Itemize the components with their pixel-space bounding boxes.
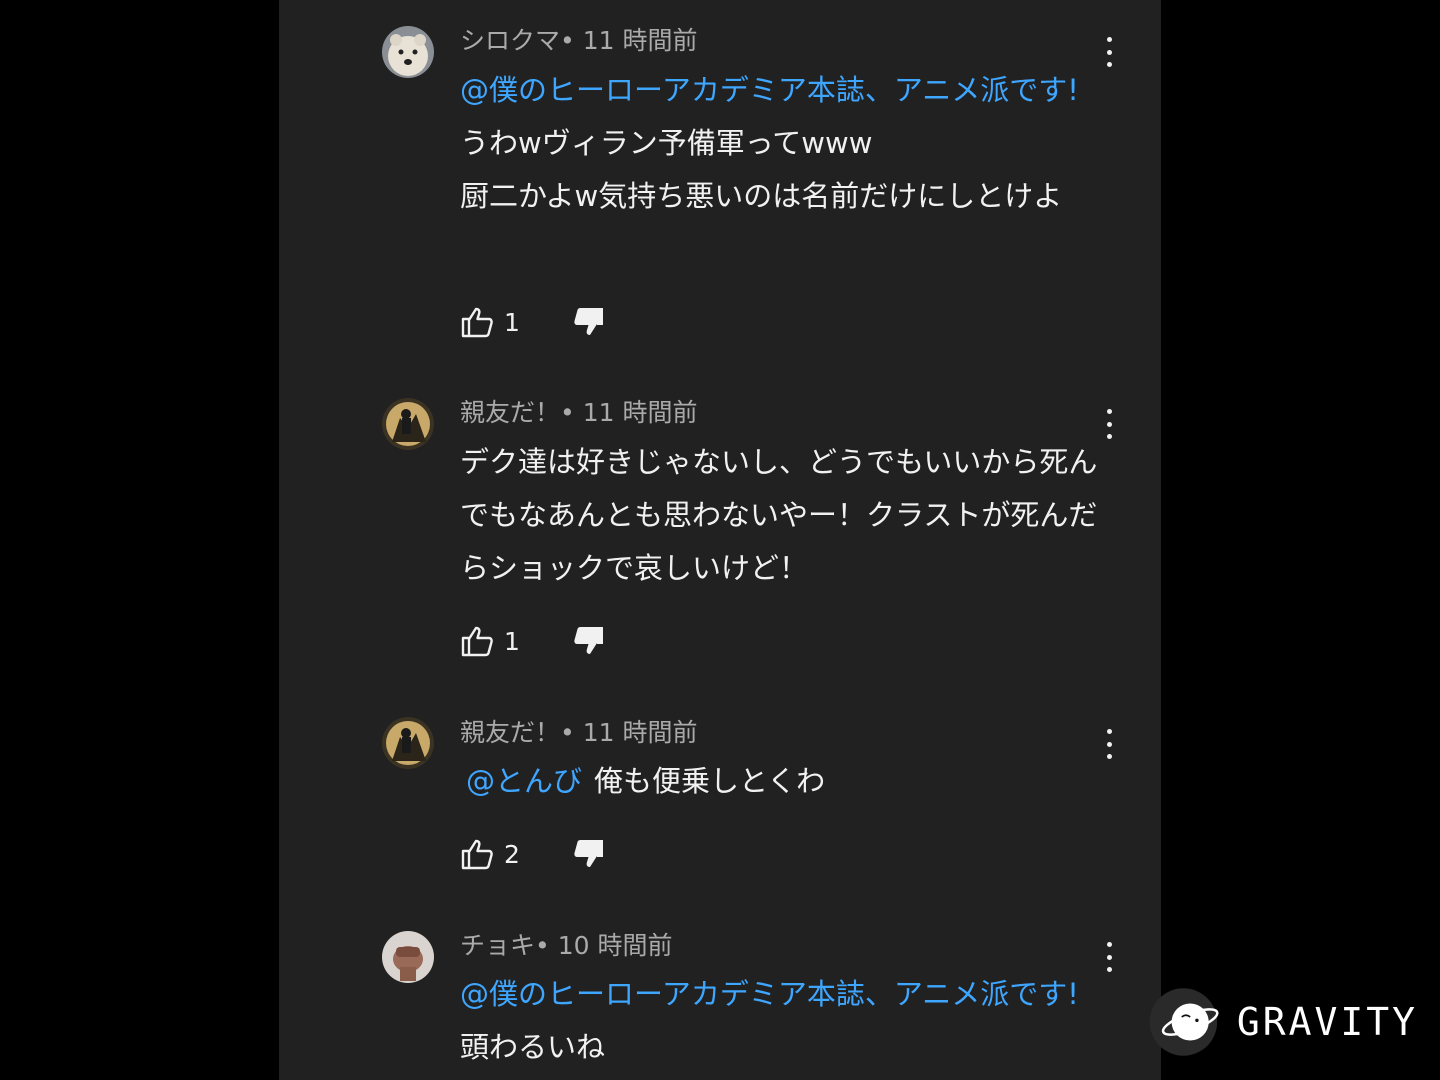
comment-actions: 1 (460, 624, 606, 658)
comment-line: 厨二かよw気持ち悪いのは名前だけにしとけよ (460, 179, 1063, 213)
like-count: 1 (504, 626, 520, 656)
comment-time: • 10 時間前 (535, 931, 673, 960)
fist-avatar[interactable] (382, 931, 434, 983)
comment-time: • 11 時間前 (560, 718, 698, 747)
comment-header: チョキ• 10 時間前 (460, 931, 672, 961)
thumbs-down-icon[interactable] (572, 838, 606, 870)
comment-author[interactable]: シロクマ (460, 26, 560, 55)
comment-text: @僕のヒーローアカデミア本誌、アニメ派です! うわwヴィラン予備軍ってwww 厨… (460, 64, 1100, 223)
more-options-icon[interactable] (1099, 409, 1119, 439)
comment-thread-panel: シロクマ• 11 時間前 @僕のヒーローアカデミア本誌、アニメ派です! うわwヴ… (279, 0, 1161, 1080)
thumbs-up-icon[interactable] (460, 838, 494, 870)
comment-time: • 11 時間前 (560, 26, 698, 55)
comment-body: 俺も便乗しとくわ (594, 764, 826, 798)
comment-header: 親友だ！• 11 時間前 (460, 398, 697, 428)
comment-actions: 2 (460, 837, 606, 871)
anime-character-avatar[interactable] (382, 398, 434, 450)
thumbs-up-icon[interactable] (460, 625, 494, 657)
mention-link[interactable]: @僕のヒーローアカデミア本誌、アニメ派です! (460, 977, 1079, 1011)
comment-header: 親友だ！• 11 時間前 (460, 718, 697, 748)
comment-author[interactable]: 親友だ！ (460, 718, 560, 747)
comment-time: • 11 時間前 (560, 398, 698, 427)
comment-header: シロクマ• 11 時間前 (460, 26, 697, 56)
mention-link[interactable]: @とんび (466, 764, 582, 798)
thumbs-down-icon[interactable] (572, 625, 606, 657)
mention-link[interactable]: @僕のヒーローアカデミア本誌、アニメ派です! (460, 73, 1079, 107)
like-count: 1 (504, 307, 520, 337)
comment-author[interactable]: 親友だ！ (460, 398, 560, 427)
like-count: 2 (504, 839, 520, 869)
comment-text: @とんび 俺も便乗しとくわ (460, 755, 1100, 808)
thumbs-down-icon[interactable] (572, 306, 606, 338)
anime-character-avatar[interactable] (382, 717, 434, 769)
planet-logo-icon (1149, 988, 1219, 1056)
more-options-icon[interactable] (1099, 37, 1119, 67)
more-options-icon[interactable] (1099, 942, 1119, 972)
thumbs-up-icon[interactable] (460, 306, 494, 338)
comment-body: 頭わるいね (460, 1030, 606, 1064)
comment-text: デク達は好きじゃないし、どうでもいいから死んでもなあんとも思わないやー！クラスト… (460, 445, 1098, 585)
gravity-watermark: GRAVITY (1148, 980, 1418, 1064)
comment-text: @僕のヒーローアカデミア本誌、アニメ派です! 頭わるいね (460, 968, 1100, 1074)
watermark-text: GRAVITY (1236, 1000, 1418, 1044)
more-options-icon[interactable] (1099, 729, 1119, 759)
comment-actions: 1 (460, 305, 606, 339)
polar-bear-avatar[interactable] (382, 26, 434, 78)
comment-line: うわwヴィラン予備軍ってwww (460, 126, 873, 160)
comment-author[interactable]: チョキ (460, 931, 535, 960)
